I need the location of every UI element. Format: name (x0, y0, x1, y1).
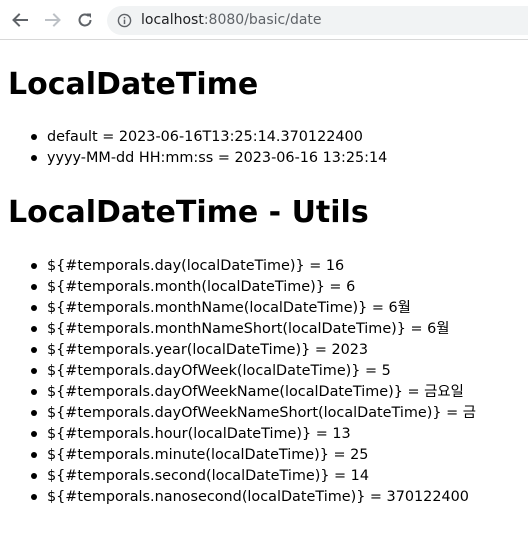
list-item: ${#temporals.minute(localDateTime)} = 25 (8, 445, 476, 466)
list-item: ${#temporals.second(localDateTime)} = 14 (8, 466, 476, 487)
bullet-icon (31, 326, 37, 332)
list-item: ${#temporals.dayOfWeekName(localDateTime… (8, 382, 476, 403)
utils-list: ${#temporals.day(localDateTime)} = 16 ${… (8, 256, 476, 508)
bullet-icon (31, 389, 37, 395)
browser-toolbar: localhost:8080/basic/date (0, 0, 528, 40)
info-icon[interactable] (117, 13, 132, 28)
bullet-icon (31, 134, 37, 140)
bullet-icon (31, 494, 37, 500)
list-item: default = 2023-06-16T13:25:14.370122400 (8, 127, 387, 148)
heading-localdatetime: LocalDateTime (8, 67, 259, 102)
url-path: :8080/basic/date (203, 12, 322, 28)
bullet-icon (31, 368, 37, 374)
bullet-icon (31, 284, 37, 290)
back-arrow-icon[interactable] (10, 10, 30, 30)
list-item: ${#temporals.year(localDateTime)} = 2023 (8, 340, 476, 361)
bullet-icon (31, 263, 37, 269)
list-item: ${#temporals.hour(localDateTime)} = 13 (8, 424, 476, 445)
list-item: ${#temporals.nanosecond(localDateTime)} … (8, 487, 476, 508)
url-host: localhost (141, 12, 204, 28)
list-item: ${#temporals.dayOfWeek(localDateTime)} =… (8, 361, 476, 382)
list-item: ${#temporals.dayOfWeekNameShort(localDat… (8, 403, 476, 424)
list-item: ${#temporals.monthName(localDateTime)} =… (8, 298, 476, 319)
bullet-icon (31, 347, 37, 353)
bullet-icon (31, 431, 37, 437)
address-bar[interactable]: localhost:8080/basic/date (107, 6, 528, 35)
bullet-icon (31, 155, 37, 161)
bullet-icon (31, 305, 37, 311)
forward-arrow-icon[interactable] (43, 10, 63, 30)
list-item: ${#temporals.day(localDateTime)} = 16 (8, 256, 476, 277)
url-text: localhost:8080/basic/date (141, 12, 322, 28)
list-item: ${#temporals.monthNameShort(localDateTim… (8, 319, 476, 340)
list-item: yyyy-MM-dd HH:mm:ss = 2023-06-16 13:25:1… (8, 148, 387, 169)
bullet-icon (31, 410, 37, 416)
localdatetime-list: default = 2023-06-16T13:25:14.370122400 … (8, 127, 387, 169)
list-item: ${#temporals.month(localDateTime)} = 6 (8, 277, 476, 298)
heading-localdatetime-utils: LocalDateTime - Utils (8, 195, 369, 230)
reload-icon[interactable] (75, 10, 95, 30)
bullet-icon (31, 473, 37, 479)
bullet-icon (31, 452, 37, 458)
